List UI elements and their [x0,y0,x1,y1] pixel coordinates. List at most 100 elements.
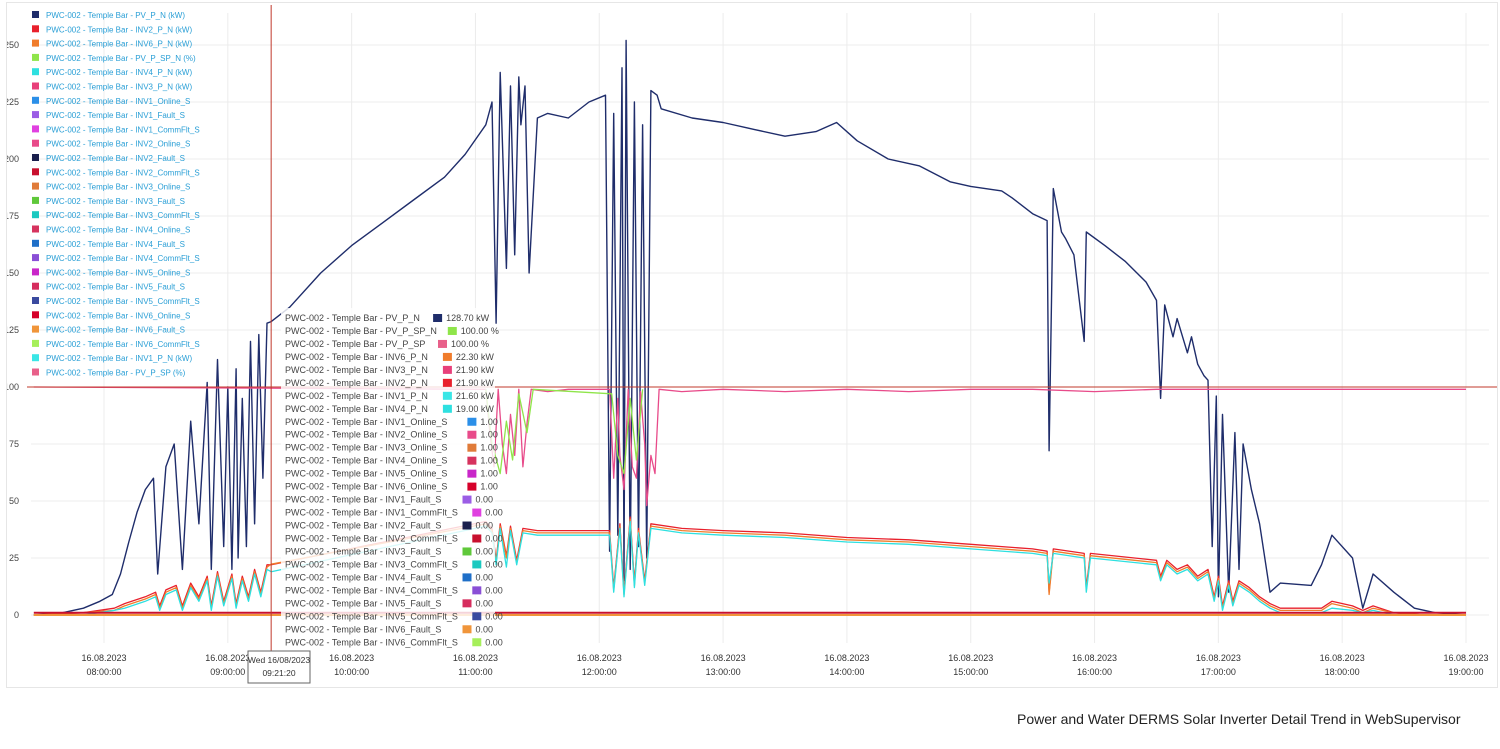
tooltip-value: 0.00 [476,572,494,582]
tooltip-label: PWC-002 - Temple Bar - INV6_CommFlt_S [285,637,458,647]
legend-label: PWC-002 - Temple Bar - INV2_CommFlt_S [46,168,200,177]
tooltip-swatch [467,482,477,491]
legend-label: PWC-002 - Temple Bar - INV4_Fault_S [46,240,185,249]
y-tick-label: 75 [9,439,19,449]
tooltip-value: 0.00 [476,624,494,634]
tooltip-value: 1.00 [480,456,498,466]
tooltip-label: PWC-002 - Temple Bar - INV3_Online_S [285,443,447,453]
tooltip-swatch [462,573,472,582]
legend-swatch [32,154,39,161]
tooltip-label: PWC-002 - Temple Bar - INV2_Online_S [285,430,447,440]
legend-label: PWC-002 - Temple Bar - INV3_Fault_S [46,197,185,206]
tooltip-swatch [467,443,477,452]
legend-swatch [32,254,39,262]
legend-label: PWC-002 - Temple Bar - INV5_CommFlt_S [46,297,200,306]
tooltip-label: PWC-002 - Temple Bar - INV5_CommFlt_S [285,611,458,621]
x-tick-time: 08:00:00 [86,667,121,677]
x-tick-time: 11:00:00 [458,667,492,677]
cursor-time-label: Wed 16/08/2023 09:21:20 [247,650,311,684]
tooltip-value: 21.90 kW [456,365,495,375]
x-tick-time: 16:00:00 [1077,667,1112,677]
legend-swatch [32,368,39,376]
legend-label: PWC-002 - Temple Bar - INV1_Online_S [46,97,190,106]
x-tick-time: 19:00:00 [1448,667,1483,677]
legend-label: PWC-002 - Temple Bar - INV2_Online_S [46,140,190,149]
x-tick-time: 12:00:00 [582,667,617,677]
tooltip-value: 1.00 [480,469,498,479]
y-tick-label: 150 [7,268,19,278]
x-tick-date: 16.08.2023 [1443,653,1488,663]
legend-swatch [32,168,39,176]
tooltip-swatch [462,625,472,634]
legend-swatch [32,125,39,133]
legend-swatch [32,53,39,61]
series-lines [33,39,1467,616]
legend-swatch [32,96,39,104]
x-tick-date: 16.08.2023 [1196,653,1241,663]
y-tick-label: 250 [7,40,19,50]
trend-chart-frame[interactable]: 0 25 50 75 100 125 150 175 200 225 250 16.08.2023 0… [6,2,1498,688]
y-tick-label: 100 [7,382,19,392]
y-tick-label: 125 [7,325,19,335]
tooltip-swatch [442,391,452,400]
y-tick-label: 50 [9,496,19,506]
tooltip-label: PWC-002 - Temple Bar - INV6_Online_S [285,482,447,492]
tooltip-label: PWC-002 - Temple Bar - INV1_CommFlt_S [285,508,458,518]
legend-label: PWC-002 - Temple Bar - INV4_CommFlt_S [46,254,200,263]
legend-swatch [32,282,39,290]
x-tick-date: 16.08.2023 [81,653,126,663]
tooltip-value: 0.00 [485,508,503,518]
legend[interactable]: PWC-002 - Temple Bar - PV_P_N (kW) PWC-00… [32,11,200,378]
legend-label: PWC-002 - Temple Bar - INV1_Fault_S [46,111,185,120]
tooltip-label: PWC-002 - Temple Bar - PV_P_SP_N [285,326,437,336]
x-tick-date: 16.08.2023 [1320,653,1365,663]
tooltip-value: 0.00 [476,521,494,531]
tooltip-swatch [467,417,477,426]
cursor-label-time: 09:21:20 [262,668,295,678]
trend-chart[interactable]: 0 25 50 75 100 125 150 175 200 225 250 16.08.2023 0… [7,3,1499,689]
legend-swatch [32,268,39,276]
tooltip-value: 21.90 kW [456,378,495,388]
x-tick-date: 16.08.2023 [824,653,869,663]
y-tick-label: 25 [9,553,19,563]
legend-swatch [32,297,39,304]
legend-label: PWC-002 - Temple Bar - INV6_Online_S [46,311,190,320]
y-tick-label: 0 [14,610,19,620]
tooltip-swatch [442,365,452,374]
x-tick-date: 16.08.2023 [1072,653,1117,663]
tooltip-label: PWC-002 - Temple Bar - INV6_P_N [285,352,428,362]
y-tick-label: 200 [7,154,19,164]
legend-swatch [32,182,39,190]
legend-swatch [32,339,39,347]
tooltip-swatch [467,430,477,439]
tooltip-value: 0.00 [485,611,503,621]
cursor-label-date: Wed 16/08/2023 [248,655,310,665]
legend-swatch [32,225,39,233]
tooltip-value: 128.70 kW [446,313,490,323]
tooltip-label: PWC-002 - Temple Bar - INV1_Fault_S [285,495,441,505]
legend-label: PWC-002 - Temple Bar - PV_P_N (kW) [46,11,185,20]
legend-swatch [32,82,39,90]
tooltip-swatch [472,612,482,621]
tooltip-swatch [433,314,443,322]
tooltip-label: PWC-002 - Temple Bar - INV2_CommFlt_S [285,533,458,543]
legend-swatch [32,25,39,33]
tooltip-swatch [472,638,482,647]
tooltip-value: 100.00 % [461,326,499,336]
tooltip-label: PWC-002 - Temple Bar - INV1_Online_S [285,417,447,427]
tooltip-value: 1.00 [480,443,498,453]
tooltip-label: PWC-002 - Temple Bar - INV4_Fault_S [285,572,441,582]
tooltip-label: PWC-002 - Temple Bar - PV_P_N [285,313,420,323]
tooltip-swatch [462,495,472,504]
tooltip-value: 21.60 kW [456,391,495,401]
legend-label: PWC-002 - Temple Bar - PV_P_SP_N (%) [46,54,196,63]
tooltip-value: 22.30 kW [456,352,495,362]
grid-lines [31,13,1489,643]
legend-swatch [32,211,39,219]
legend-label: PWC-002 - Temple Bar - INV1_P_N (kW) [46,354,192,363]
legend-label: PWC-002 - Temple Bar - INV4_Online_S [46,226,190,235]
tooltip-swatch [462,521,472,530]
legend-label: PWC-002 - Temple Bar - PV_P_SP (%) [46,369,186,378]
tooltip-value: 100.00 % [451,339,489,349]
tooltip-label: PWC-002 - Temple Bar - INV3_P_N [285,365,428,375]
